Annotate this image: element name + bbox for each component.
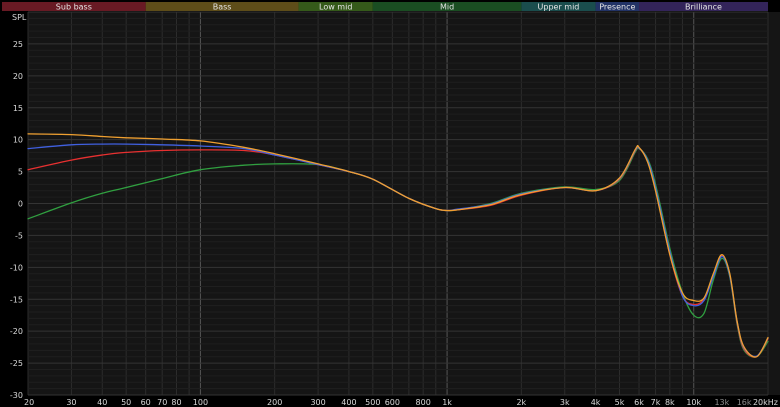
x-tick-label: 800 [416, 398, 431, 407]
x-tick-label: 10k [686, 398, 701, 407]
x-tick-label: 5k [615, 398, 625, 407]
x-tick-label: 100 [193, 398, 208, 407]
x-tick-label: 2k [516, 398, 526, 407]
band-label: Sub bass [56, 3, 92, 12]
x-tick-label: 600 [385, 398, 400, 407]
band-label: Brilliance [685, 3, 722, 12]
x-tick-label: 400 [341, 398, 356, 407]
x-tick-label: 60 [141, 398, 151, 407]
y-tick-label: 5 [18, 168, 23, 177]
x-tick-label: 300 [310, 398, 325, 407]
x-tick-label: 7k [651, 398, 661, 407]
y-tick-label: -25 [10, 359, 23, 368]
x-tick-label: 50 [121, 398, 131, 407]
x-tick-label: 4k [591, 398, 601, 407]
y-tick-label: 25 [13, 40, 23, 49]
x-tick-label: 20kHz [753, 398, 778, 407]
grid [27, 11, 769, 396]
y-tick-label: 0 [18, 200, 23, 209]
band-label: Mid [440, 3, 454, 12]
y-tick-label: 15 [13, 104, 23, 113]
band-label: Upper mid [538, 3, 580, 12]
x-tick-label: 20 [24, 398, 34, 407]
band-label: Presence [599, 3, 635, 12]
x-tick-label: 3k [560, 398, 570, 407]
x-tick-label: 16k [737, 398, 752, 407]
x-tick-label: 80 [171, 398, 181, 407]
y-tick-label: 10 [13, 136, 23, 145]
y-tick-label: -5 [15, 231, 23, 240]
x-tick-label: 70 [157, 398, 167, 407]
x-tick-label: 200 [267, 398, 282, 407]
band-label: Low mid [319, 3, 352, 12]
y-axis-label: SPL [12, 13, 27, 22]
x-tick-label: 500 [365, 398, 380, 407]
frequency-response-chart: Sub bass Bass Low mid Mid Upper mid Presence B… [0, 0, 780, 407]
x-tick-label: 30 [66, 398, 76, 407]
x-tick-label: 8k [665, 398, 675, 407]
band-label: Bass [213, 3, 232, 12]
x-tick-label: 1k [442, 398, 452, 407]
x-tick-label: 40 [97, 398, 107, 407]
y-tick-label: -30 [10, 391, 23, 400]
x-tick-label: 13k [714, 398, 729, 407]
x-tick-label: 6k [634, 398, 644, 407]
y-tick-label: -10 [10, 263, 23, 272]
y-tick-label: -20 [10, 327, 23, 336]
y-tick-label: 20 [13, 72, 23, 81]
frequency-bands: Sub bass Bass Low mid Mid Upper mid Presence B… [2, 2, 768, 12]
y-tick-label: -15 [10, 295, 23, 304]
